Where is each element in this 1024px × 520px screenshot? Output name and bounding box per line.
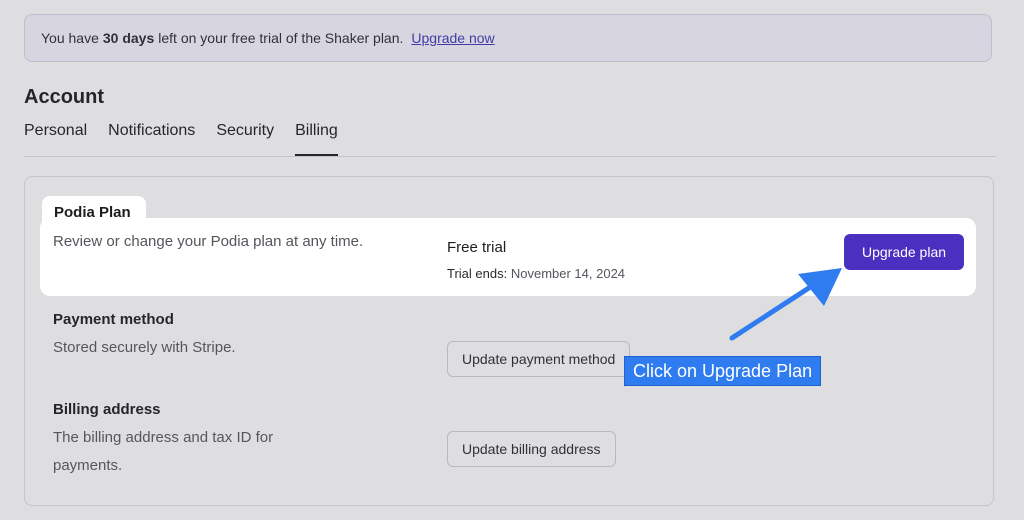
update-billing-address-button[interactable]: Update billing address	[447, 431, 616, 467]
trial-ends-date: November 14, 2024	[510, 266, 626, 281]
payment-method-description: Stored securely with Stripe.	[53, 339, 236, 356]
tab-personal[interactable]: Personal	[24, 120, 87, 152]
account-tabs: Personal Notifications Security Billing	[24, 120, 996, 157]
payment-method-title: Payment method	[53, 311, 174, 328]
tutorial-callout: Click on Upgrade Plan	[624, 356, 822, 386]
pointer-arrow-icon	[729, 268, 842, 341]
podia-plan-title: Podia Plan	[54, 204, 131, 221]
trial-ends-text: Trial ends: November 14, 2024	[447, 266, 625, 281]
banner-prefix: You have	[41, 30, 99, 46]
tab-notifications[interactable]: Notifications	[108, 120, 195, 152]
tab-billing[interactable]: Billing	[295, 120, 338, 156]
podia-plan-description: Review or change your Podia plan at any …	[53, 233, 364, 250]
banner-days: 30 days	[102, 30, 155, 46]
update-payment-method-button[interactable]: Update payment method	[447, 341, 631, 377]
page-title: Account	[24, 86, 104, 108]
billing-address-title: Billing address	[53, 401, 161, 418]
trial-banner: You have 30 days left on your free trial…	[24, 14, 992, 62]
banner-suffix: left on your free trial of the Shaker pl…	[158, 30, 404, 46]
trial-ends-label: Trial ends:	[447, 266, 508, 281]
current-plan-name: Free trial	[447, 239, 507, 256]
upgrade-now-link[interactable]: Upgrade now	[411, 30, 494, 46]
billing-address-description: The billing address and tax ID for payme…	[53, 429, 274, 474]
billing-settings-page: You have 30 days left on your free trial…	[0, 0, 1024, 520]
tab-security[interactable]: Security	[216, 120, 274, 152]
upgrade-plan-button[interactable]: Upgrade plan	[844, 234, 964, 270]
